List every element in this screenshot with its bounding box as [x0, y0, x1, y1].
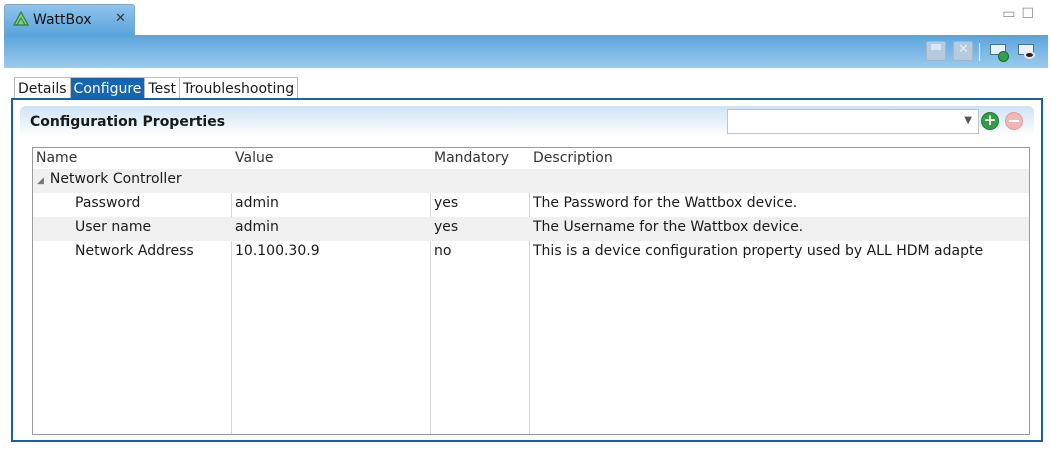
cell-value[interactable]: admin: [235, 195, 279, 211]
tab-details[interactable]: Details: [15, 78, 71, 100]
maximize-icon[interactable]: ☐: [1021, 6, 1040, 22]
table-row[interactable]: Password admin yes The Password for the …: [33, 193, 1029, 217]
chevron-down-icon[interactable]: ▼: [964, 115, 972, 126]
editor-tab-bar: WattBox ✕ ▭☐: [0, 0, 1050, 35]
wattbox-editor-tab[interactable]: WattBox ✕: [4, 4, 135, 35]
table-group-row[interactable]: ◢ Network Controller: [33, 169, 1029, 193]
subtab-bar: Details Configure Test Troubleshooting: [14, 77, 299, 100]
tab-configure[interactable]: Configure: [70, 78, 146, 100]
cell-value[interactable]: 10.100.30.9: [235, 243, 320, 259]
cell-mandatory: yes: [434, 219, 459, 235]
cell-description: This is a device configuration property …: [533, 243, 984, 259]
tab-test[interactable]: Test: [145, 78, 180, 100]
save-icon[interactable]: [926, 41, 946, 61]
property-select[interactable]: ▼: [727, 109, 979, 134]
table-row[interactable]: User name admin yes The Username for the…: [33, 217, 1029, 241]
cell-mandatory: yes: [434, 195, 459, 211]
column-header-name[interactable]: Name: [36, 150, 77, 166]
tab-title: WattBox: [33, 12, 92, 28]
section-title: Configuration Properties: [30, 114, 226, 130]
cell-value[interactable]: admin: [235, 219, 279, 235]
close-icon[interactable]: ✕: [115, 11, 126, 26]
table-row[interactable]: Network Address 10.100.30.9 no This is a…: [33, 241, 1029, 265]
remove-property-button[interactable]: [1005, 112, 1023, 130]
cell-name: Password: [75, 195, 141, 211]
revert-icon[interactable]: [953, 41, 973, 61]
minimize-icon[interactable]: ▭: [1002, 6, 1021, 22]
cell-description: The Username for the Wattbox device.: [533, 219, 804, 235]
cell-name: Network Address: [75, 243, 194, 259]
window-controls: ▭☐: [1002, 6, 1040, 22]
column-header-description[interactable]: Description: [533, 150, 613, 166]
cell-name: User name: [75, 219, 152, 235]
cell-mandatory: no: [434, 243, 452, 259]
configure-panel: Configuration Properties ▼ + Name Value …: [11, 98, 1043, 442]
group-label: ◢ Network Controller: [37, 171, 182, 187]
view-device-icon[interactable]: [1017, 41, 1037, 61]
configure-device-icon[interactable]: [989, 41, 1009, 62]
table-header: Name Value Mandatory Description: [33, 148, 1029, 170]
group-label-text: Network Controller: [49, 171, 182, 187]
device-icon: [13, 11, 29, 26]
column-header-value[interactable]: Value: [235, 150, 273, 166]
tab-troubleshooting[interactable]: Troubleshooting: [180, 78, 297, 100]
properties-table: Name Value Mandatory Description ◢ Networ…: [32, 147, 1030, 435]
add-property-button[interactable]: +: [981, 112, 999, 130]
editor-toolbar: [4, 35, 1048, 68]
cell-description: The Password for the Wattbox device.: [533, 195, 798, 211]
expand-icon[interactable]: ◢: [37, 176, 44, 186]
toolbar-separator: [979, 43, 980, 61]
column-header-mandatory[interactable]: Mandatory: [434, 150, 509, 166]
